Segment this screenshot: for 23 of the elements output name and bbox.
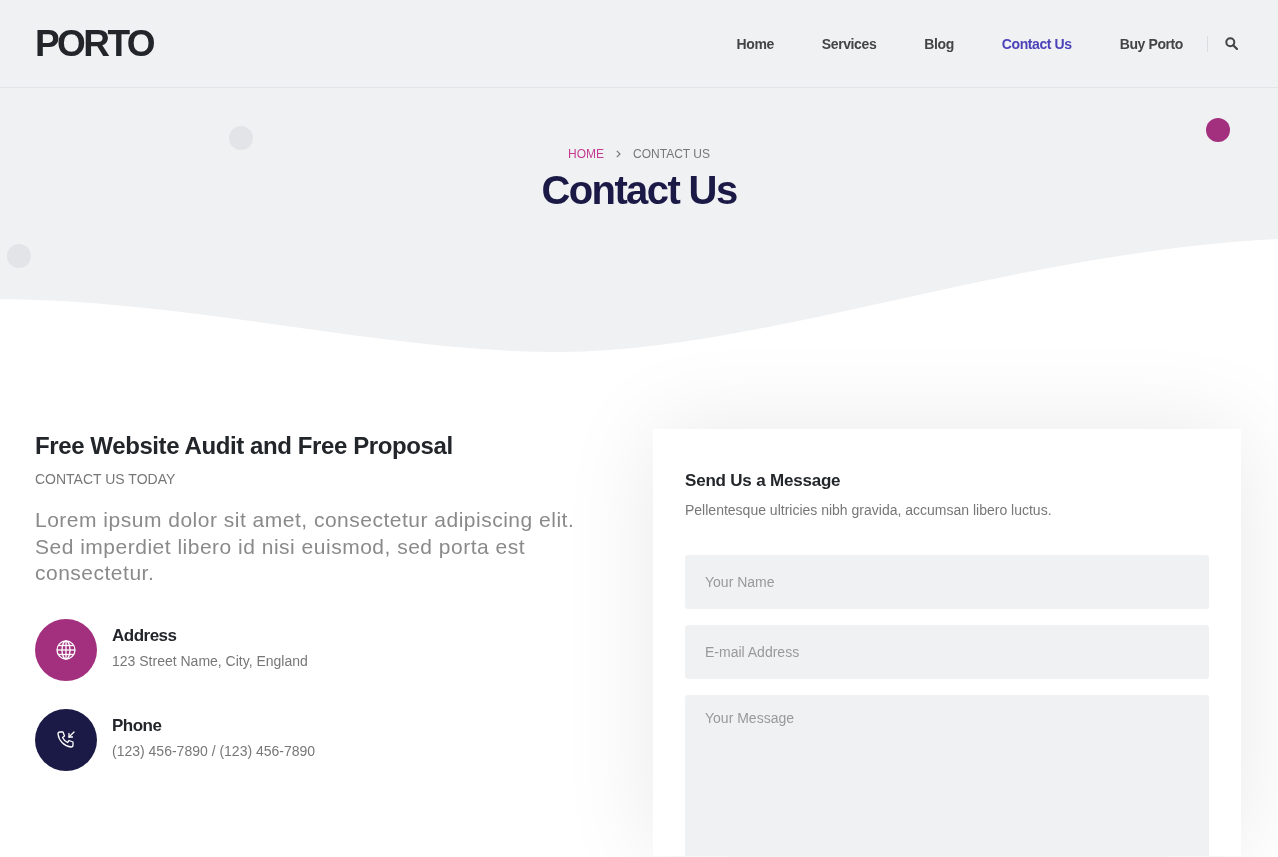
contact-title: Phone <box>112 714 163 737</box>
message-field[interactable]: Your Message <box>685 695 1209 856</box>
input-field[interactable]: Your Name <box>685 555 1209 609</box>
nav-link[interactable]: Blog <box>924 33 954 54</box>
input-field[interactable]: E-mail Address <box>685 625 1209 679</box>
page-title: Contact Us <box>540 167 738 214</box>
contact-title: Address <box>112 624 178 647</box>
section-heading: Free Website Audit and Free Proposal <box>35 431 454 461</box>
contact-text: 123 Street Name, City, England <box>112 651 308 671</box>
nav-link[interactable]: Buy Porto <box>1119 33 1183 54</box>
chevron-icon <box>616 150 622 158</box>
logo[interactable]: PORTO <box>35 25 153 62</box>
breadcrumb-link[interactable]: HOME <box>568 145 605 163</box>
nav-link[interactable]: Contact Us <box>1001 33 1072 54</box>
search-icon[interactable] <box>1225 37 1238 50</box>
contact-text: (123) 456-7890 / (123) 456-7890 <box>112 741 316 761</box>
breadcrumb-current: CONTACT US <box>633 146 710 163</box>
nav-link[interactable]: Services <box>821 33 877 54</box>
form-title: Send Us a Message <box>685 470 842 492</box>
nav-link[interactable]: Home <box>736 33 774 54</box>
intro-text: Lorem ipsum dolor sit amet, consectetur adipiscing elit. Sed imperdiet libero id nisi euismod, sed porta est consectetur. <box>35 507 576 586</box>
form-text: Pellentesque ultricies nibh gravida, accumsan libero luctus. <box>685 501 1053 520</box>
section-subheading: CONTACT US TODAY <box>35 470 177 489</box>
